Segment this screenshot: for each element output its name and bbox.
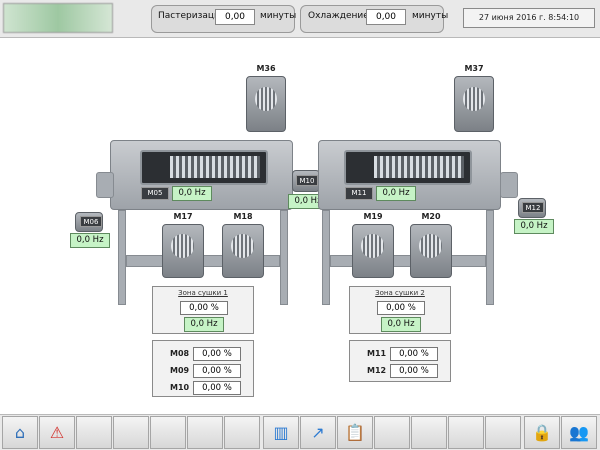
company-logo <box>3 3 113 33</box>
frame-leg <box>118 210 126 305</box>
row-value-m12: 0,00 % <box>390 364 438 378</box>
trend-button[interactable]: ↗ <box>300 416 336 449</box>
empty-button[interactable] <box>224 416 260 449</box>
chart-button[interactable]: ▥ <box>263 416 299 449</box>
conveyor-end-left <box>96 172 114 198</box>
zone1-percent: 0,00 % <box>180 301 228 315</box>
zone1-motors-panel: M08 0,00 % M09 0,00 % M10 0,00 % <box>152 340 254 397</box>
motor-m18[interactable] <box>222 224 264 278</box>
frame-leg <box>280 210 288 305</box>
clipboard-icon: 📋 <box>345 423 365 442</box>
empty-button[interactable] <box>374 416 410 449</box>
row-value-m11: 0,00 % <box>390 347 438 361</box>
row-label-m09: M09 <box>170 366 190 375</box>
motor-tag-m11[interactable]: M11 <box>345 187 373 200</box>
trend-icon: ↗ <box>311 423 325 442</box>
row-value-m09: 0,00 % <box>193 364 241 378</box>
empty-button[interactable] <box>113 416 149 449</box>
empty-button[interactable] <box>150 416 186 449</box>
chart-icon: ▥ <box>273 423 289 442</box>
motor-tag-m10[interactable]: M10 <box>296 175 318 186</box>
lock-icon: 🔒 <box>532 423 552 442</box>
empty-button[interactable] <box>448 416 484 449</box>
conveyor-end-right <box>500 172 518 198</box>
zone1-freq: 0,0 Hz <box>184 317 224 332</box>
heating-coil-right <box>374 156 464 178</box>
motor-m19[interactable] <box>352 224 394 278</box>
zone2-motors-panel: M11 0,00 % M12 0,00 % <box>349 340 451 382</box>
cooling-value[interactable]: 0,00 <box>366 9 406 25</box>
motor-label-m20: M20 <box>421 212 441 221</box>
motor-tag-m05[interactable]: M05 <box>141 187 169 200</box>
motor-m20[interactable] <box>410 224 452 278</box>
alarm-icon: ⚠ <box>49 423 65 442</box>
freq-m06: 0,0 Hz <box>70 233 110 248</box>
zone2-percent: 0,00 % <box>377 301 425 315</box>
zone1-title[interactable]: Зона сушки 1 <box>153 289 253 297</box>
row-label-m12: M12 <box>367 366 387 375</box>
empty-button[interactable] <box>485 416 521 449</box>
motor-tag-m12[interactable]: M12 <box>522 202 544 213</box>
zone1-panel: Зона сушки 1 0,00 % 0,0 Hz <box>152 286 254 334</box>
empty-button[interactable] <box>187 416 223 449</box>
home-icon: ⌂ <box>14 423 26 442</box>
freq-m12: 0,0 Hz <box>514 219 554 234</box>
motor-label-m19: M19 <box>363 212 383 221</box>
motor-tag-m06[interactable]: M06 <box>80 216 102 227</box>
clipboard-button[interactable]: 📋 <box>337 416 373 449</box>
motor-label-m17: M17 <box>173 212 193 221</box>
freq-m11: 0,0 Hz <box>376 186 416 201</box>
heating-coil-left <box>170 156 260 178</box>
freq-m05: 0,0 Hz <box>172 186 212 201</box>
lock-button[interactable]: 🔒 <box>524 416 560 449</box>
datetime-display: 27 июня 2016 г. 8:54:10 <box>463 8 595 28</box>
pasteurization-value[interactable]: 0,00 <box>215 9 255 25</box>
row-label-m10: M10 <box>170 383 190 392</box>
motor-label-m36: M36 <box>256 64 276 73</box>
pasteurization-unit: минуты <box>260 11 297 21</box>
motor-m17[interactable] <box>162 224 204 278</box>
zone2-freq: 0,0 Hz <box>381 317 421 332</box>
empty-button[interactable] <box>76 416 112 449</box>
users-button[interactable]: 👥 <box>561 416 597 449</box>
home-button[interactable]: ⌂ <box>2 416 38 449</box>
zone2-panel: Зона сушки 2 0,00 % 0,0 Hz <box>349 286 451 334</box>
empty-button[interactable] <box>411 416 447 449</box>
row-value-m08: 0,00 % <box>193 347 241 361</box>
motor-m36[interactable] <box>246 76 286 132</box>
cooling-label: Охлаждение <box>308 11 369 21</box>
alarm-button[interactable]: ⚠ <box>39 416 75 449</box>
cooling-unit: минуты <box>412 11 449 21</box>
motor-label-m37: M37 <box>464 64 484 73</box>
motor-m37[interactable] <box>454 76 494 132</box>
frame-leg <box>486 210 494 305</box>
row-label-m08: M08 <box>170 349 190 358</box>
frame-leg <box>322 210 330 305</box>
row-value-m10: 0,00 % <box>193 381 241 395</box>
motor-label-m18: M18 <box>233 212 253 221</box>
users-icon: 👥 <box>569 423 589 442</box>
row-label-m11: M11 <box>367 349 387 358</box>
zone2-title[interactable]: Зона сушки 2 <box>350 289 450 297</box>
